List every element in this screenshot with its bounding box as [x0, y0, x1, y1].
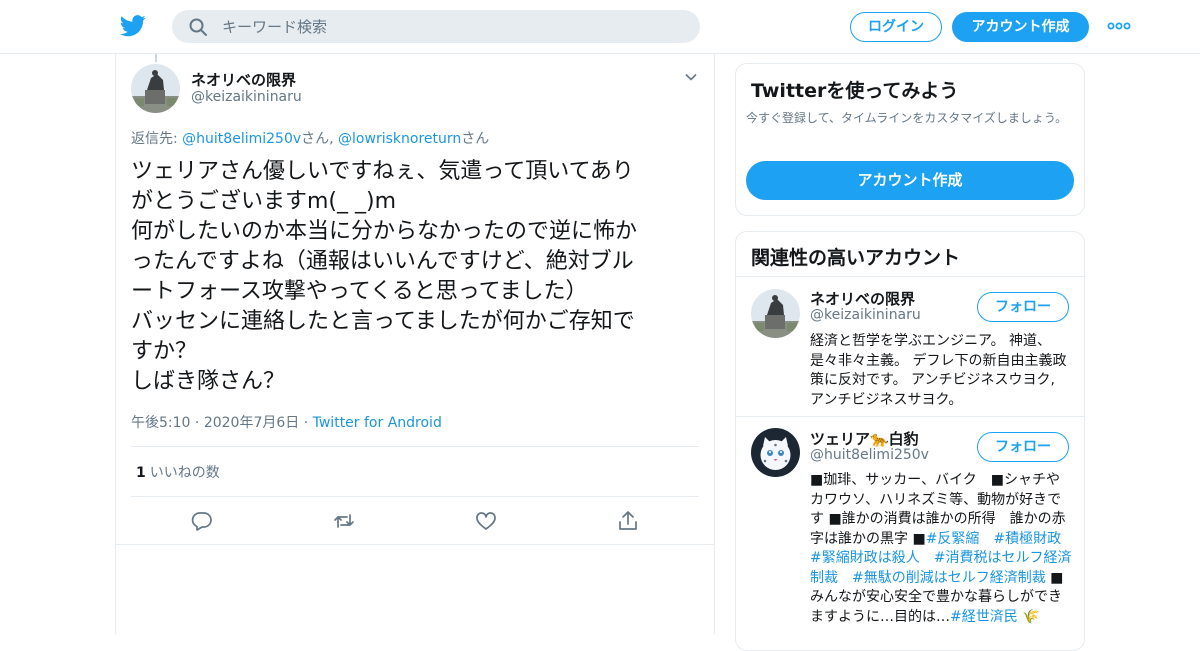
reply-separator: ,	[329, 131, 339, 147]
account-name[interactable]: ネオリベの限界	[810, 288, 915, 309]
login-button[interactable]: ログイン	[850, 12, 942, 42]
account-name[interactable]: ツェリア🐆白豹	[810, 428, 919, 449]
hashtag-link[interactable]: #経世済民	[950, 609, 1018, 625]
signup-card-description: 今すぐ登録して、タイムラインをカスタマイズしましょう。	[746, 111, 1068, 125]
reply-mention-1[interactable]: @huit8elimi250v	[182, 131, 301, 147]
reply-icon[interactable]	[190, 510, 214, 532]
more-options-icon[interactable]	[1106, 18, 1132, 34]
share-icon[interactable]	[616, 510, 640, 532]
main-column: ネオリベの限界 @keizaikininaru 返信先: @huit8elimi…	[115, 54, 715, 634]
hashtag-link[interactable]: #反緊縮	[926, 531, 980, 547]
follow-button[interactable]: フォロー	[977, 432, 1069, 462]
statue-photo-icon	[131, 64, 180, 113]
follow-button[interactable]: フォロー	[977, 292, 1069, 322]
account-bio: ■珈琲、サッカー、バイク ■シャチやカワウソ、ハリネズミ等、動物が好きです ■誰…	[810, 471, 1072, 627]
snow-leopard-avatar-icon	[751, 428, 800, 477]
divider	[131, 496, 699, 497]
hashtag-link[interactable]: #積極財政	[993, 531, 1061, 547]
tweet-time[interactable]: 午後5:10	[131, 415, 190, 431]
tweet-source-link[interactable]: Twitter for Android	[313, 415, 442, 431]
related-accounts-card: 関連性の高いアカウント ネオリベの限界 @keizaikininaru フォロー…	[735, 231, 1085, 651]
reply-prefix: 返信先:	[131, 131, 183, 147]
bio-text	[838, 570, 852, 586]
tweet-date[interactable]: 2020年7月6日	[204, 415, 299, 431]
bio-text: 🌾	[1017, 608, 1040, 625]
twitter-logo-icon[interactable]	[120, 14, 146, 38]
statue-photo-icon	[751, 289, 800, 338]
account-handle[interactable]: @keizaikininaru	[810, 307, 921, 323]
bio-text	[979, 531, 993, 547]
tweet-text: ツェリアさん優しいですねぇ、気遣って頂いてあり がとうございますm(_ _)m …	[131, 159, 638, 394]
signup-card: Twitterを使ってみよう 今すぐ登録して、タイムラインをカスタマイズしましょ…	[735, 63, 1085, 216]
like-count: 1	[136, 465, 146, 481]
avatar[interactable]	[751, 428, 800, 477]
account-handle[interactable]: @huit8elimi250v	[810, 447, 929, 463]
reply-suffix-1: さん	[301, 131, 330, 147]
like-icon[interactable]	[474, 510, 498, 532]
divider	[131, 446, 699, 447]
bio-text	[1061, 531, 1075, 547]
meta-dot: ·	[190, 415, 204, 431]
author-handle[interactable]: @keizaikininaru	[191, 89, 302, 105]
bio-text	[920, 550, 934, 566]
search-bar[interactable]	[172, 10, 700, 43]
tweet: ネオリベの限界 @keizaikininaru 返信先: @huit8elimi…	[116, 54, 714, 545]
reply-suffix-2: さん	[461, 131, 490, 147]
author-name[interactable]: ネオリベの限界	[191, 69, 296, 90]
like-count-label: いいねの数	[149, 465, 220, 481]
reply-to-line: 返信先: @huit8elimi250vさん, @lowrisknoreturn…	[131, 128, 489, 148]
chevron-down-icon[interactable]	[684, 70, 698, 84]
account-bio: 経済と哲学を学ぶエンジニア。 神道、是々非々主義。 デフレ下の新自由主義政策に反…	[810, 333, 1067, 408]
divider	[736, 416, 1084, 417]
retweet-icon[interactable]	[332, 510, 356, 532]
meta-dot: ·	[299, 415, 313, 431]
like-count-row[interactable]: 1 いいねの数	[136, 462, 220, 482]
signup-card-button[interactable]: アカウント作成	[746, 161, 1074, 200]
search-input[interactable]	[222, 10, 682, 43]
divider	[736, 276, 1084, 277]
thread-line	[155, 54, 157, 62]
hashtag-link[interactable]: #無駄の削減はセルフ経済制裁	[852, 570, 1046, 586]
related-accounts-title: 関連性の高いアカウント	[751, 247, 961, 269]
hashtag-link[interactable]: #緊縮財政は殺人	[810, 550, 920, 566]
reply-mention-2[interactable]: @lowrisknoreturn	[338, 131, 461, 147]
signup-button[interactable]: アカウント作成	[952, 12, 1089, 42]
tweet-meta: 午後5:10 · 2020年7月6日 · Twitter for Android	[131, 412, 442, 432]
top-bar: ログイン アカウント作成	[0, 0, 1200, 54]
avatar[interactable]	[751, 289, 800, 338]
avatar[interactable]	[131, 64, 180, 113]
search-icon	[189, 18, 207, 36]
signup-card-title: Twitterを使ってみよう	[751, 80, 959, 102]
